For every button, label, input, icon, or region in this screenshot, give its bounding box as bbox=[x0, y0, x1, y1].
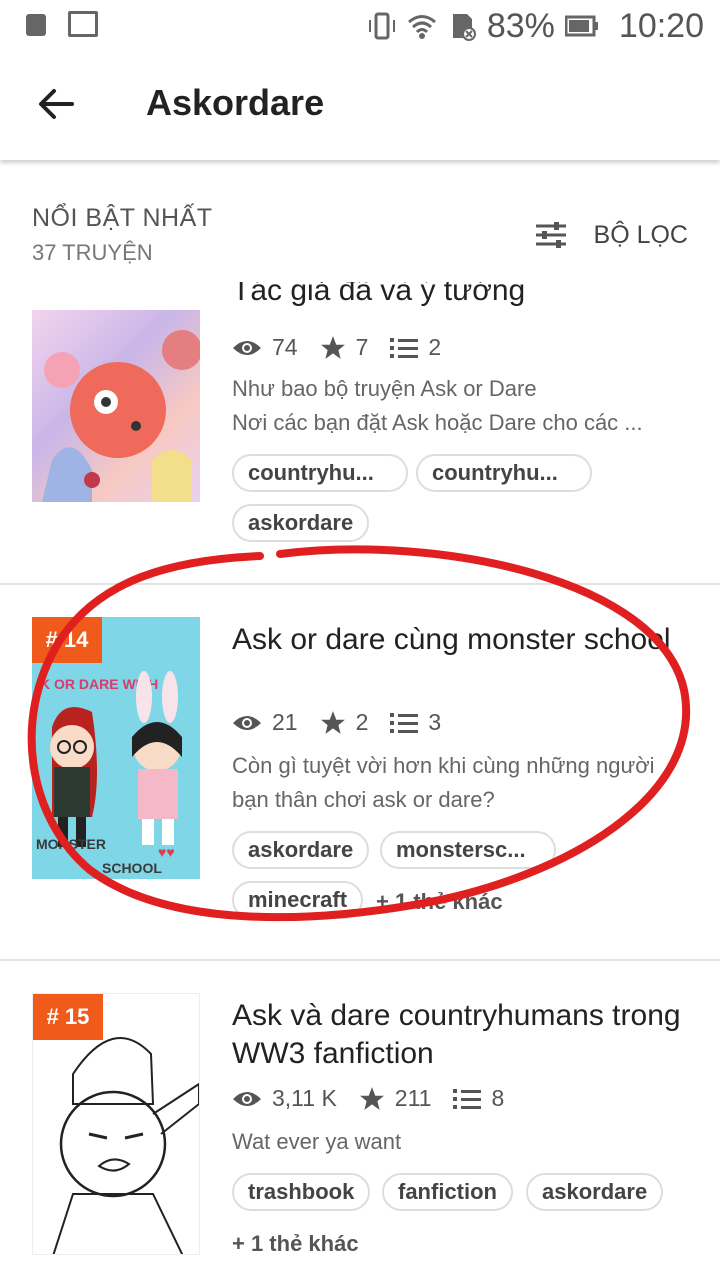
description-line: Nơi các bạn đặt Ask hoặc Dare cho các ..… bbox=[232, 410, 643, 435]
battery-percent: 83% bbox=[486, 6, 555, 45]
eye-icon bbox=[233, 340, 261, 355]
view-count: 21 bbox=[272, 709, 298, 735]
vote-count: 2 bbox=[355, 709, 369, 735]
story-title: Ask or dare cùng monster school bbox=[232, 623, 671, 656]
story-tag[interactable]: askordare bbox=[526, 1173, 664, 1211]
description-line: Như bao bộ truyện Ask or Dare bbox=[232, 376, 537, 401]
list-icon bbox=[390, 712, 419, 733]
status-bar: 83% 10:20 bbox=[0, 0, 720, 52]
notification-icon bbox=[26, 14, 46, 36]
story-cover bbox=[32, 310, 200, 502]
part-count: 2 bbox=[428, 334, 442, 360]
clock: 10:20 bbox=[618, 6, 704, 45]
filter-sliders-icon bbox=[535, 222, 566, 248]
more-tags-link[interactable]: + 1 thẻ khác bbox=[376, 889, 503, 915]
view-count: 74 bbox=[272, 334, 298, 360]
more-tags-link[interactable]: + 1 thẻ khác bbox=[232, 1231, 359, 1257]
description-line: bạn thân chơi ask or dare? bbox=[232, 787, 495, 812]
vibrate-icon bbox=[368, 12, 395, 40]
description-line: Wat ever ya want bbox=[232, 1129, 402, 1154]
story-stats: 21 2 3 bbox=[232, 709, 463, 736]
rank-badge: # 14 bbox=[32, 617, 102, 663]
story-tag[interactable]: trashbook bbox=[232, 1173, 371, 1211]
sd-card-icon bbox=[452, 14, 476, 41]
story-description: Wat ever ya want bbox=[232, 1125, 682, 1159]
wifi-icon bbox=[407, 15, 436, 39]
story-tag[interactable]: countryhu... bbox=[416, 454, 592, 492]
story-card[interactable]: K OR DARE WITH MONSTER SCHOOL ♥♥ # 14 As… bbox=[0, 585, 720, 959]
section-title: NỔI BẬT NHẤT bbox=[32, 204, 213, 232]
eye-icon bbox=[233, 715, 261, 730]
rank-badge: # 15 bbox=[33, 994, 103, 1040]
story-stats: 74 7 2 bbox=[232, 334, 463, 361]
svg-text:MONSTER: MONSTER bbox=[36, 836, 106, 852]
view-count: 3,11 K bbox=[272, 1085, 337, 1111]
filter-label: BỘ LỌC bbox=[593, 220, 688, 249]
app-bar: Askordare bbox=[0, 52, 720, 160]
gallery-notification-icon bbox=[68, 11, 98, 37]
story-stats: 3,11 K 211 8 bbox=[232, 1085, 526, 1112]
eye-icon bbox=[233, 1091, 261, 1106]
svg-text:♥♥: ♥♥ bbox=[158, 844, 175, 860]
story-description: Còn gì tuyệt vời hơn khi cùng những ngườ… bbox=[232, 749, 682, 817]
list-icon bbox=[453, 1088, 482, 1109]
page-title: Askordare bbox=[146, 82, 325, 123]
story-tag[interactable]: askordare bbox=[232, 504, 370, 542]
description-line: Còn gì tuyệt vời hơn khi cùng những ngườ… bbox=[232, 753, 655, 778]
story-count: 37 TRUYỆN bbox=[32, 240, 153, 265]
section-header: NỔI BẬT NHẤT 37 TRUYỆN BỘ LỌC bbox=[0, 180, 720, 280]
story-tag[interactable]: countryhu... bbox=[232, 454, 408, 492]
story-card[interactable]: # 15 Ask và dare countryhumans trong WW3… bbox=[0, 961, 720, 1280]
svg-text:SCHOOL: SCHOOL bbox=[102, 860, 162, 876]
story-title: Tác giả đã và ý tưởng bbox=[232, 282, 526, 307]
back-arrow-icon[interactable] bbox=[34, 82, 78, 126]
vote-count: 7 bbox=[355, 334, 369, 360]
story-description: Như bao bộ truyện Ask or Dare Nơi các bạ… bbox=[232, 372, 682, 440]
battery-icon bbox=[564, 15, 598, 37]
star-icon bbox=[359, 1086, 384, 1110]
star-icon bbox=[320, 335, 345, 359]
story-tag[interactable]: fanfiction bbox=[382, 1173, 513, 1211]
story-cover: # 15 bbox=[32, 993, 200, 1255]
vote-count: 211 bbox=[394, 1085, 432, 1111]
part-count: 8 bbox=[491, 1085, 505, 1111]
story-tag[interactable]: minecraft bbox=[232, 881, 364, 919]
story-title: Ask và dare countryhumans trong WW3 fanf… bbox=[232, 999, 681, 1070]
filter-button[interactable]: BỘ LỌC bbox=[534, 220, 688, 250]
story-tag[interactable]: askordare bbox=[232, 831, 370, 869]
cover-illustration bbox=[42, 330, 200, 502]
story-cover: K OR DARE WITH MONSTER SCHOOL ♥♥ # 14 bbox=[32, 617, 200, 879]
part-count: 3 bbox=[428, 709, 442, 735]
story-card[interactable]: Tác giả đã và ý tưởng 74 7 2 Như bao bộ … bbox=[0, 282, 720, 582]
story-tag[interactable]: monstersc... bbox=[380, 831, 556, 869]
star-icon bbox=[320, 710, 345, 734]
list-icon bbox=[390, 337, 419, 358]
